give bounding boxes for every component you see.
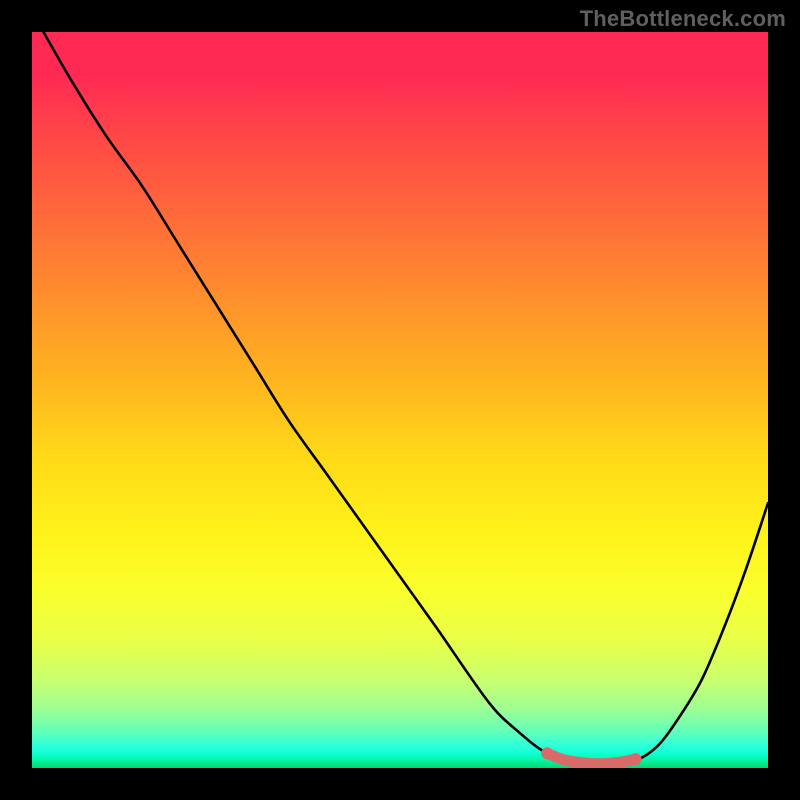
bottleneck-curve-path (39, 32, 768, 765)
chart-frame: TheBottleneck.com (0, 0, 800, 800)
plot-area (32, 32, 768, 768)
highlight-segment-path (547, 753, 635, 763)
highlight-dot-right (630, 753, 642, 765)
watermark-text: TheBottleneck.com (580, 6, 786, 32)
highlight-dot-left (541, 747, 553, 759)
curve-layer (32, 32, 768, 768)
